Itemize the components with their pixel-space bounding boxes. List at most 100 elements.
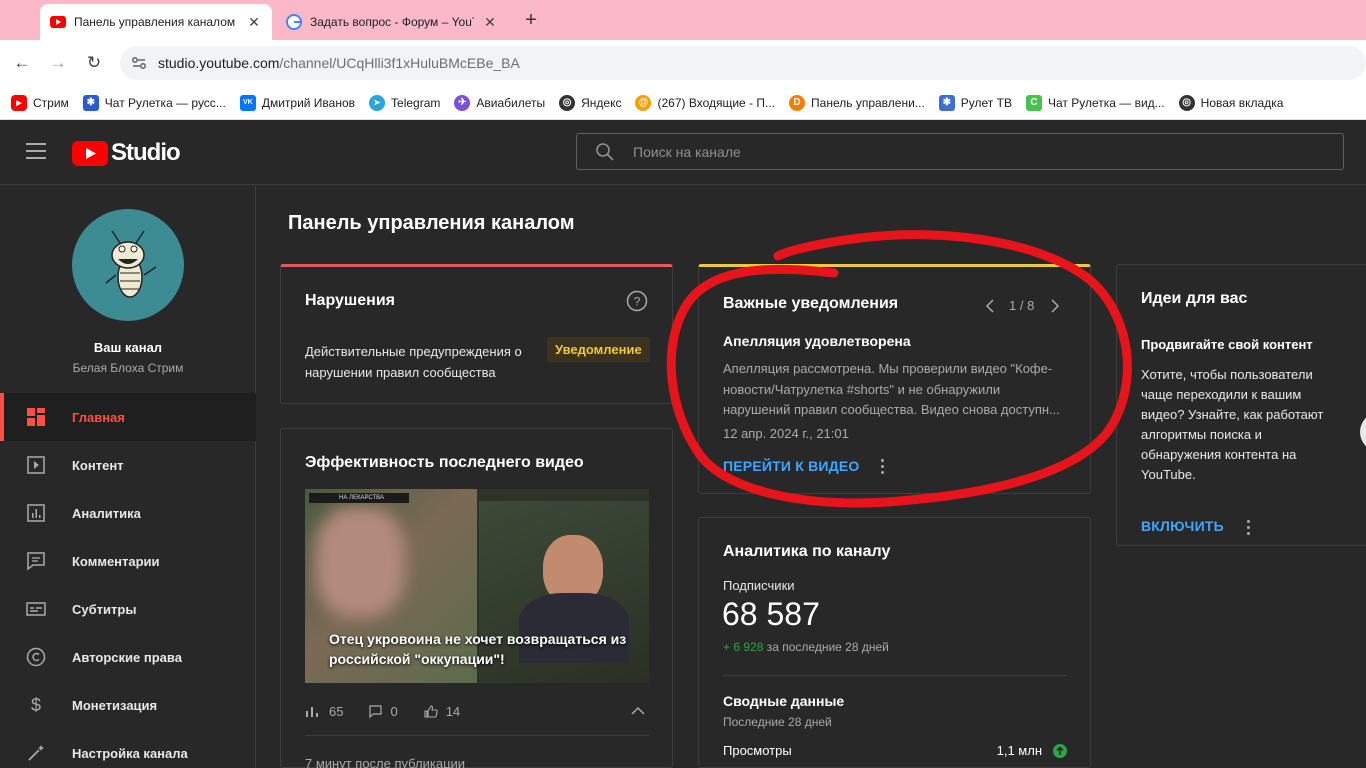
sidebar-item[interactable]: Настройка канала xyxy=(0,729,256,768)
search-icon xyxy=(596,142,614,161)
sidebar-item[interactable]: $ Монетизация xyxy=(0,681,256,729)
sidebar-item[interactable]: Аналитика xyxy=(0,489,256,537)
svg-text:?: ? xyxy=(634,295,641,309)
bookmark-label: Стрим xyxy=(33,95,69,110)
globe-icon: ◎ xyxy=(559,94,576,111)
bookmark-item[interactable]: @ (267) Входящие - П... xyxy=(635,94,776,111)
bookmark-item[interactable]: D Панель управлени... xyxy=(789,94,925,111)
chevron-right-icon[interactable] xyxy=(1050,299,1060,313)
browser-tab-active[interactable]: Панель управления каналом - ✕ xyxy=(40,4,272,40)
bookmark-item[interactable]: ▶ Стрим xyxy=(11,94,69,111)
bar-chart-icon xyxy=(306,707,318,717)
search-input[interactable] xyxy=(633,143,1233,160)
more-options-icon[interactable] xyxy=(1247,520,1251,536)
video-stats: 65 0 14 xyxy=(305,701,649,721)
enable-button[interactable]: ВКЛЮЧИТЬ xyxy=(1141,518,1224,534)
go-to-video-button[interactable]: ПЕРЕЙТИ К ВИДЕО xyxy=(723,458,859,474)
bookmark-item[interactable]: ◎ Новая вкладка xyxy=(1178,94,1284,111)
bookmark-item[interactable]: ➤ Telegram xyxy=(369,94,440,111)
channel-name[interactable]: Ваш канал xyxy=(0,340,256,355)
video-thumbnail[interactable]: НА ЛЕКАРСТВА Отец укровоина не хочет воз… xyxy=(305,489,649,683)
browser-tab[interactable]: Задать вопрос - Форум – YouT ✕ xyxy=(276,4,508,40)
sidebar-item-label: Контент xyxy=(72,457,124,473)
violations-card: Нарушения ? Действительные предупреждени… xyxy=(280,264,673,404)
close-tab-icon[interactable]: ✕ xyxy=(482,14,498,31)
wand-icon xyxy=(28,745,44,761)
video-caption: Отец укровоина не хочет возвращаться из … xyxy=(329,631,627,667)
pager: 1 / 8 xyxy=(1009,298,1035,313)
bookmark-label: Новая вкладка xyxy=(1200,95,1284,110)
bookmarks-bar: ▶ Стрим ✱ Чат Рулетка — русс... VK Дмитрий Ив… xyxy=(0,86,1366,120)
sidebar-item[interactable]: Авторские права xyxy=(0,633,256,681)
bookmark-label: Панель управлени... xyxy=(811,95,925,110)
bookmark-item[interactable]: ◎ Яндекс xyxy=(559,94,621,111)
analytics-icon xyxy=(27,504,45,522)
youtube-logo-icon xyxy=(72,140,108,166)
flea-mascot-icon xyxy=(105,230,157,298)
gear-icon: ✱ xyxy=(938,94,955,111)
bookmark-item[interactable]: C Чат Рулетка — вид... xyxy=(1025,94,1165,111)
views-label: Просмотры xyxy=(723,743,792,758)
page-title: Панель управления каналом xyxy=(288,212,575,234)
google-favicon-icon xyxy=(286,14,302,30)
bookmark-item[interactable]: VK Дмитрий Иванов xyxy=(239,94,356,111)
close-tab-icon[interactable]: ✕ xyxy=(246,14,262,31)
bookmark-label: (267) Входящие - П... xyxy=(657,95,776,110)
help-icon[interactable]: ? xyxy=(626,290,648,312)
new-tab-button[interactable]: + xyxy=(520,9,542,32)
channel-avatar[interactable] xyxy=(72,209,184,321)
bookmark-label: Дмитрий Иванов xyxy=(261,95,356,110)
chevron-up-icon[interactable] xyxy=(631,706,645,716)
subscribers-value: 68 587 xyxy=(722,596,820,632)
url-domain: studio.youtube.com xyxy=(158,55,280,71)
globe-icon: ◎ xyxy=(1178,94,1195,111)
donation-icon: D xyxy=(789,94,806,111)
ideas-card: Идеи для вас Продвигайте свой контент Хо… xyxy=(1116,264,1366,546)
menu-icon[interactable] xyxy=(26,143,46,159)
bookmark-item[interactable]: ✱ Рулет ТВ xyxy=(938,94,1012,111)
sidebar-item[interactable]: Комментарии xyxy=(0,537,256,585)
channel-search[interactable] xyxy=(576,133,1344,170)
back-button[interactable]: ← xyxy=(12,53,32,73)
comments-icon xyxy=(27,552,45,571)
subscribers-delta: + 6 928 xyxy=(723,640,764,654)
chevron-left-icon[interactable] xyxy=(985,299,995,313)
violations-text: Действительные предупреждения о нарушени… xyxy=(305,344,522,380)
subscribers-period: за последние 28 дней xyxy=(766,640,889,654)
notification-subtitle: Апелляция удовлетворена xyxy=(723,333,911,349)
reload-button[interactable]: ↻ xyxy=(84,53,104,73)
roulette-icon: ✱ xyxy=(82,94,99,111)
thumbnail-tag: НА ЛЕКАРСТВА xyxy=(309,493,409,503)
sidebar-item[interactable]: Главная xyxy=(0,393,256,441)
studio-logo[interactable]: Studio xyxy=(72,139,181,167)
ideas-body: Хотите, чтобы пользователи чаще переходи… xyxy=(1141,367,1324,482)
comments-count: 0 xyxy=(390,703,398,719)
violations-title: Нарушения xyxy=(305,292,395,309)
sidebar-item[interactable]: Контент xyxy=(0,441,256,489)
bookmark-label: Авиабилеты xyxy=(476,95,546,110)
site-settings-icon[interactable] xyxy=(130,54,148,72)
subscribers-change: + 6 928 за последние 28 дней xyxy=(723,640,889,654)
logo-text: Studio xyxy=(111,139,181,166)
telegram-icon: ➤ xyxy=(369,94,386,111)
notifications-title: Важные уведомления xyxy=(723,295,899,312)
more-options-icon[interactable] xyxy=(881,459,885,475)
trend-up-icon xyxy=(1053,744,1067,758)
views-count: 65 xyxy=(329,703,344,719)
bookmark-item[interactable]: ✈ Авиабилеты xyxy=(454,94,546,111)
bookmark-item[interactable]: ✱ Чат Рулетка — русс... xyxy=(82,94,226,111)
ideas-subtitle: Продвигайте свой контент xyxy=(1141,337,1313,352)
sidebar-item-label: Настройка канала xyxy=(72,745,188,761)
youtube-icon: ▶ xyxy=(11,94,27,111)
sidebar-item-label: Монетизация xyxy=(72,697,158,713)
forward-button[interactable]: → xyxy=(48,53,68,73)
tab-title: Панель управления каналом - xyxy=(74,15,238,29)
analytics-title: Аналитика по каналу xyxy=(723,543,891,560)
comment-icon xyxy=(369,704,383,718)
sidebar-item[interactable]: Субтитры xyxy=(0,585,256,633)
chat-icon: C xyxy=(1025,94,1042,111)
card-divider xyxy=(723,675,1067,676)
address-bar[interactable]: studio.youtube.com/channel/UCqHlli3f1xHu… xyxy=(120,46,1366,80)
views-value: 1,1 млн xyxy=(996,743,1042,758)
notification-badge: Уведомление xyxy=(547,337,650,362)
